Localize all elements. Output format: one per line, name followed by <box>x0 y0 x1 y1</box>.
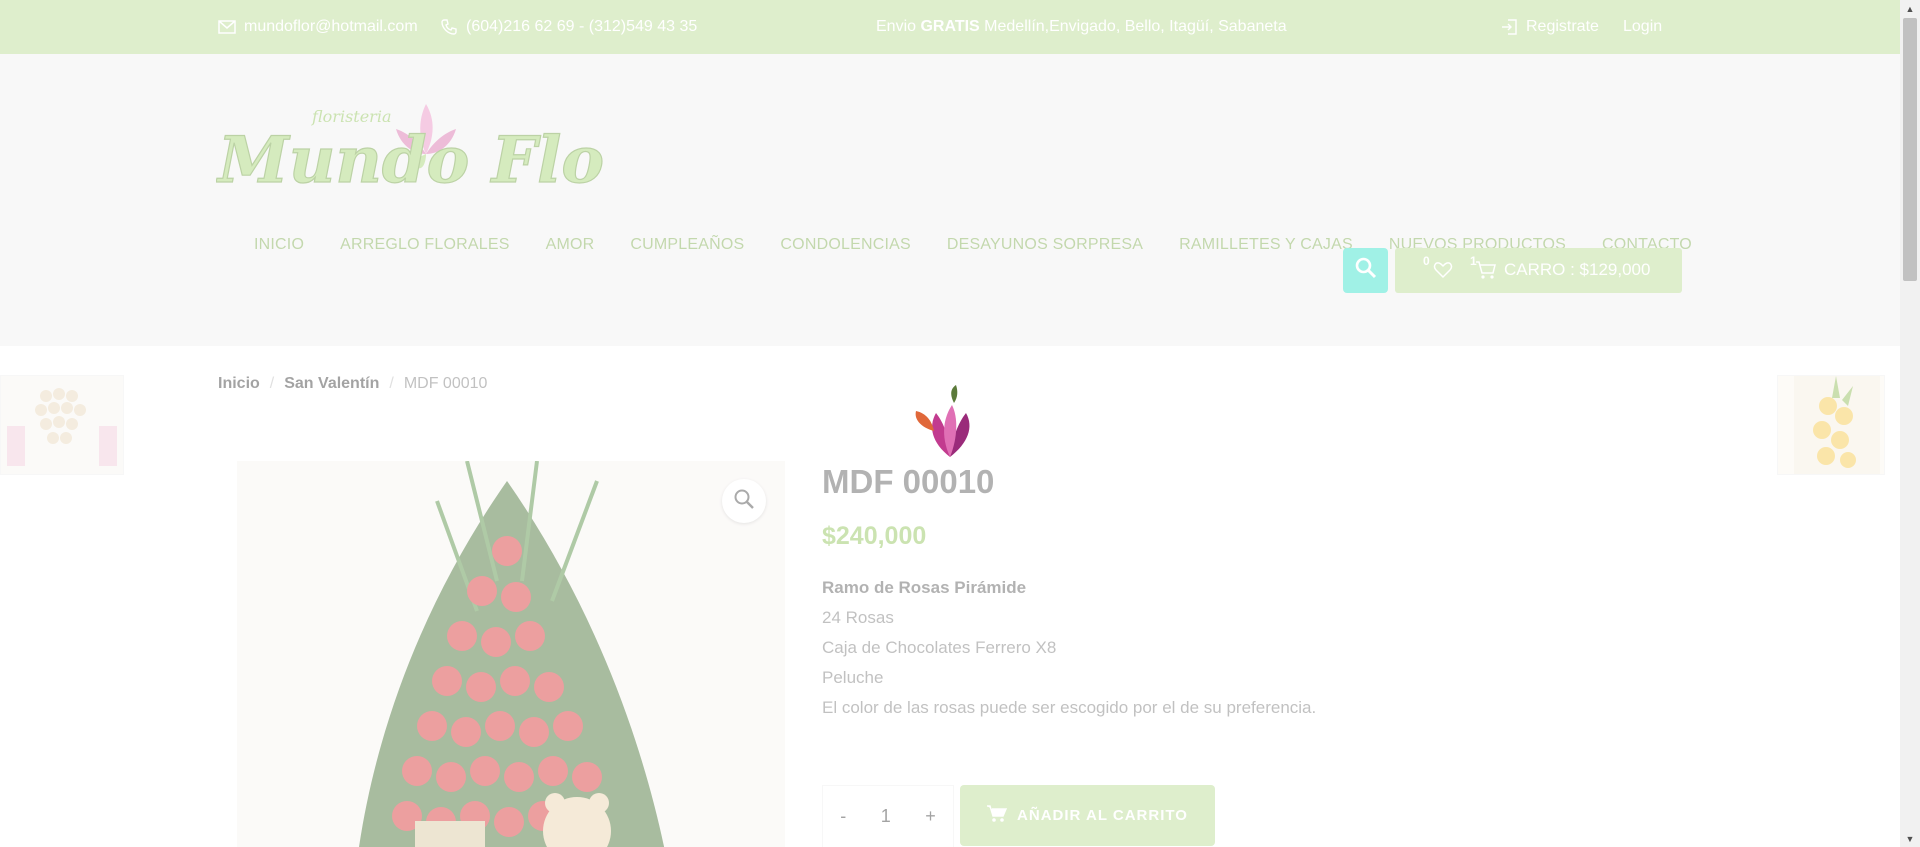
nav-item-arreglo-florales[interactable]: ARREGLO FLORALES <box>322 232 527 258</box>
rose <box>470 756 500 786</box>
description-line: Caja de Chocolates Ferrero X8 <box>822 638 1057 657</box>
heart-icon[interactable] <box>1433 260 1453 285</box>
rose <box>492 536 522 566</box>
breadcrumb-home[interactable]: Inicio <box>218 375 260 393</box>
envelope-icon <box>218 20 236 34</box>
scroll-down-arrow-icon[interactable]: ▼ <box>1900 830 1920 847</box>
rose <box>451 717 481 747</box>
zoom-icon <box>733 488 755 515</box>
email-link[interactable]: mundoflor@hotmail.com <box>218 0 418 54</box>
rose <box>402 756 432 786</box>
scroll-up-arrow-icon[interactable]: ▲ <box>1900 0 1920 17</box>
cart-button[interactable]: 0 1 CARRO : $129,000 <box>1395 248 1682 293</box>
zoom-button[interactable] <box>722 479 766 523</box>
search-icon <box>1354 256 1378 285</box>
email-text: mundoflor@hotmail.com <box>244 18 418 35</box>
rose <box>500 666 530 696</box>
description-title: Ramo de Rosas Pirámide <box>822 578 1027 597</box>
site-header: floristeria Mundo Flor INICIO ARREGLO FL… <box>0 54 1900 346</box>
rose <box>466 672 496 702</box>
login-icon <box>1500 18 1518 36</box>
product-image[interactable] <box>237 461 785 847</box>
rose <box>485 711 515 741</box>
top-bar: mundoflor@hotmail.com (604)216 62 69 - (… <box>0 0 1900 54</box>
quantity-input[interactable]: 1 <box>881 806 891 827</box>
cart-icon <box>987 804 1008 827</box>
nav-item-cumpleanos[interactable]: CUMPLEAÑOS <box>612 232 762 258</box>
svg-text:Mundo Flor: Mundo Flor <box>216 123 606 198</box>
rose <box>436 762 466 792</box>
cart-label: CARRO : $129,000 <box>1504 260 1651 279</box>
register-text: Registrate <box>1526 18 1599 35</box>
product-description: Ramo de Rosas Pirámide 24 Rosas Caja de … <box>822 573 1316 723</box>
scrollbar-thumb[interactable] <box>1903 18 1917 281</box>
rose <box>519 717 549 747</box>
quantity-decrease-button[interactable]: - <box>840 806 846 827</box>
add-to-cart-label: AÑADIR AL CARRITO <box>1017 807 1188 824</box>
nav-item-ramilletes-y-cajas[interactable]: RAMILLETES Y CAJAS <box>1161 232 1371 258</box>
phone-text: (604)216 62 69 - (312)549 43 35 <box>466 18 698 35</box>
login-link[interactable]: Login <box>1623 0 1662 54</box>
phone-link[interactable]: (604)216 62 69 - (312)549 43 35 <box>440 0 697 54</box>
rose <box>432 666 462 696</box>
vertical-scrollbar[interactable]: ▲ ▼ <box>1900 0 1920 847</box>
rose <box>572 762 602 792</box>
breadcrumb: Inicio / San Valentín / MDF 00010 <box>218 375 487 393</box>
add-to-cart-button[interactable]: AÑADIR AL CARRITO <box>960 785 1215 846</box>
breadcrumb-category[interactable]: San Valentín <box>284 375 379 393</box>
page: mundoflor@hotmail.com (604)216 62 69 - (… <box>0 0 1900 847</box>
quantity-stepper: - 1 + <box>822 785 954 847</box>
product-price: $240,000 <box>822 522 927 550</box>
rose <box>481 627 511 657</box>
rose <box>515 621 545 651</box>
register-link[interactable]: Registrate <box>1500 0 1599 54</box>
product-title: MDF 00010 <box>822 463 995 500</box>
breadcrumb-separator: / <box>389 375 394 392</box>
rose <box>501 582 531 612</box>
site-logo[interactable]: floristeria Mundo Flor <box>215 84 643 214</box>
promo-suffix: Medellín,Envigado, Bello, Itagüí, Sabane… <box>979 18 1287 35</box>
next-product-thumbnail[interactable] <box>1777 375 1885 475</box>
rose <box>538 756 568 786</box>
breadcrumb-current: MDF 00010 <box>403 375 488 392</box>
rose <box>494 807 524 837</box>
flower-loader-icon <box>910 383 992 459</box>
cart-icon <box>1475 260 1497 285</box>
rose <box>417 711 447 741</box>
phone-icon <box>440 18 458 36</box>
description-line: El color de las rosas puede ser escogido… <box>822 698 1317 717</box>
description-line: Peluche <box>822 668 884 687</box>
nav-item-amor[interactable]: AMOR <box>528 232 613 258</box>
quantity-increase-button[interactable]: + <box>925 806 936 827</box>
breadcrumb-separator: / <box>269 375 275 392</box>
promo-prefix: Envio <box>876 18 921 35</box>
promo-bold: GRATIS <box>920 18 980 35</box>
rose <box>447 621 477 651</box>
wishlist-count: 0 <box>1423 254 1430 268</box>
description-line: 24 Rosas <box>822 608 894 627</box>
nav-item-desayunos-sorpresa[interactable]: DESAYUNOS SORPRESA <box>929 232 1161 258</box>
nav-item-condolencias[interactable]: CONDOLENCIAS <box>762 232 928 258</box>
rose <box>467 576 497 606</box>
rose <box>553 711 583 741</box>
search-button[interactable] <box>1343 248 1388 293</box>
previous-product-thumbnail[interactable] <box>0 375 124 475</box>
nav-item-inicio[interactable]: INICIO <box>236 232 322 258</box>
rose <box>534 672 564 702</box>
login-text: Login <box>1623 18 1663 35</box>
free-shipping-notice: Envio GRATIS Medellín,Envigado, Bello, I… <box>876 0 1287 54</box>
rose <box>504 762 534 792</box>
